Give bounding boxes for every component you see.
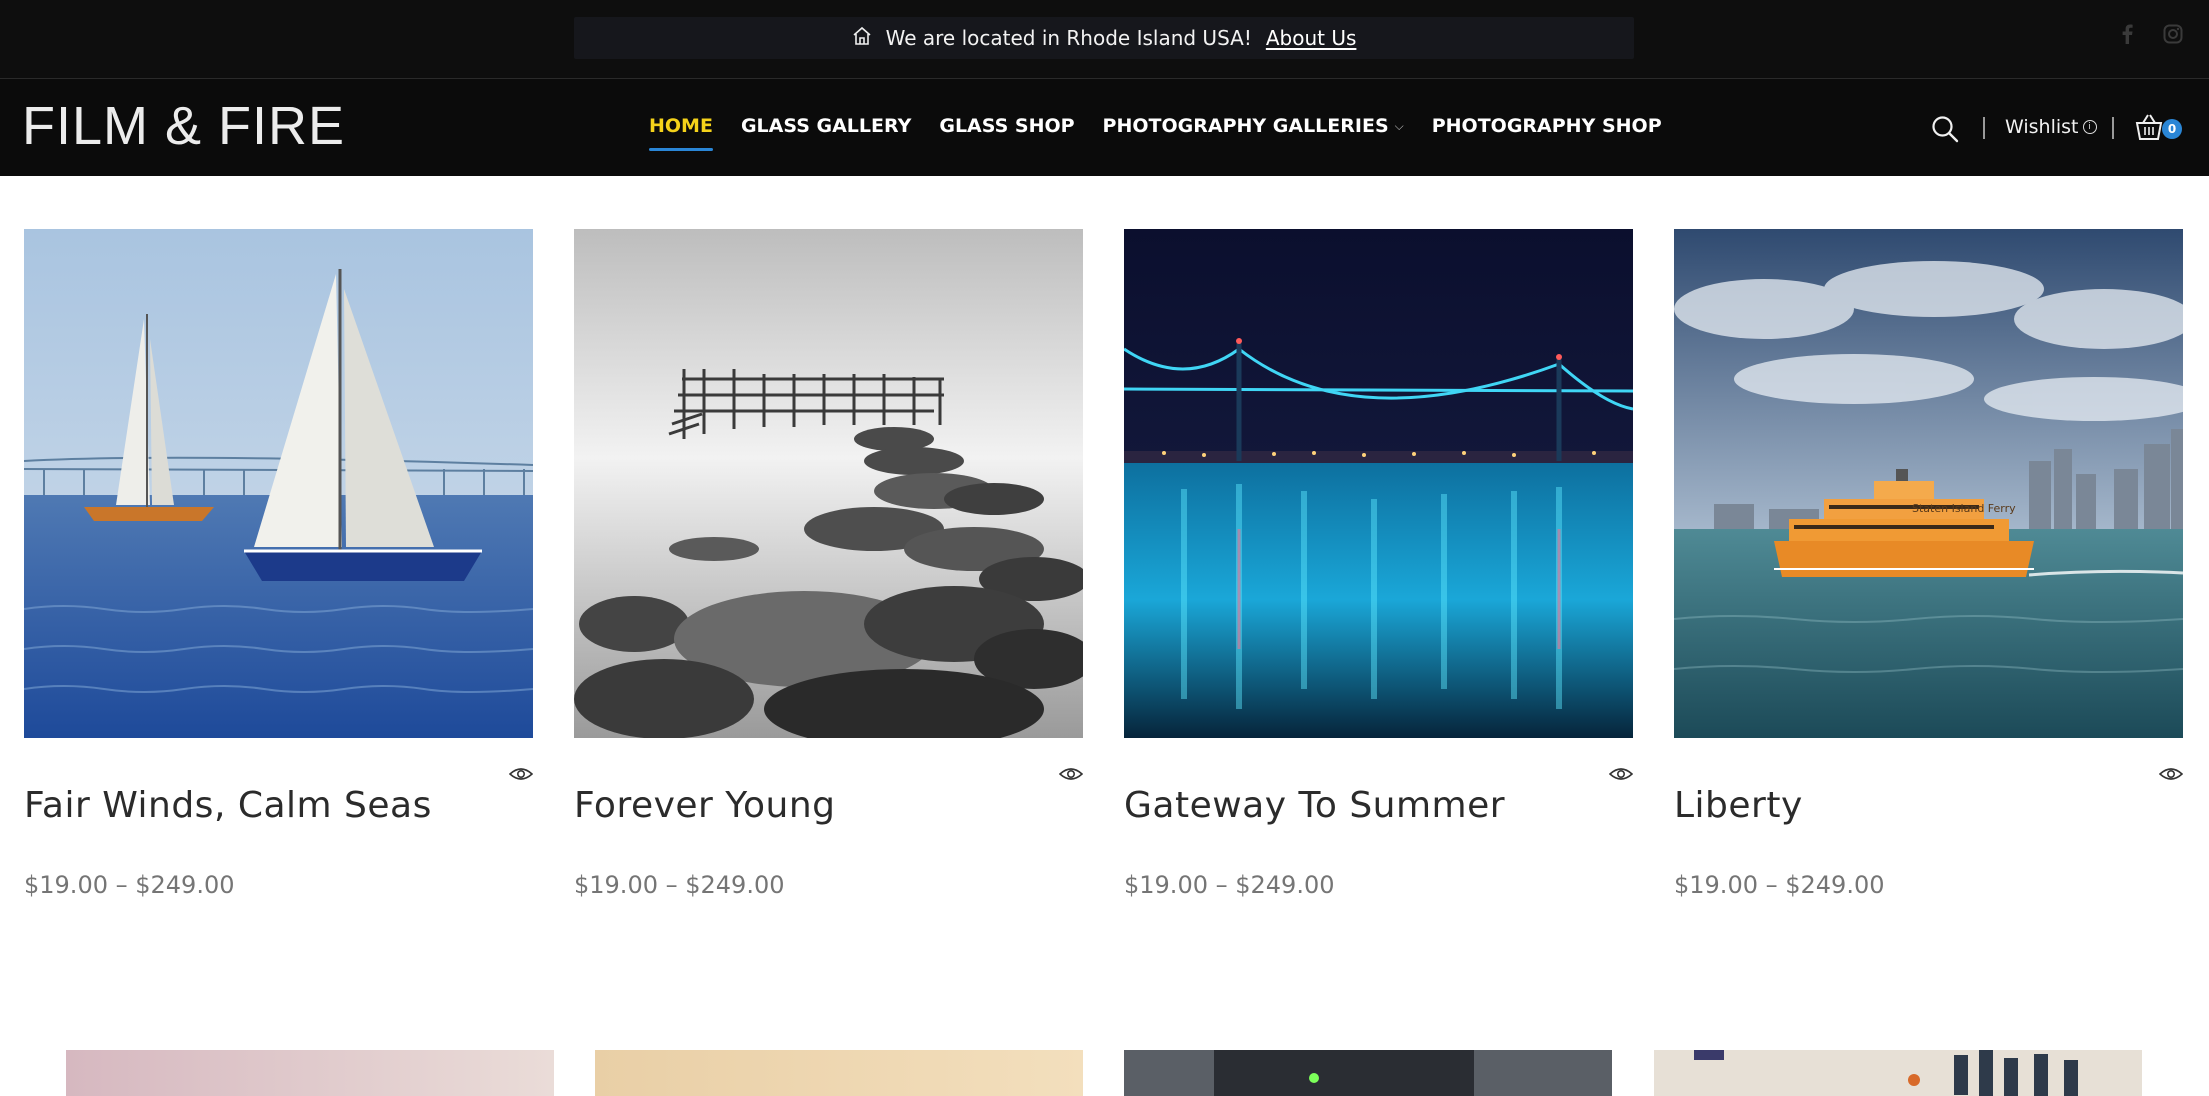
- gallery-image-partial[interactable]: [1124, 1050, 1612, 1096]
- product-title[interactable]: Gateway To Summer: [1124, 785, 1505, 826]
- quick-view-icon[interactable]: [2158, 766, 2184, 782]
- chevron-down-icon: ⌵: [1394, 118, 1404, 133]
- wishlist-link[interactable]: Wishlist i: [2005, 116, 2097, 138]
- gallery-image-partial[interactable]: [1654, 1050, 2142, 1096]
- product-price: $19.00 – $249.00: [574, 871, 785, 899]
- nav-glass-gallery[interactable]: GLASS GALLERY: [741, 115, 911, 151]
- nav-photography-shop[interactable]: PHOTOGRAPHY SHOP: [1432, 115, 1662, 151]
- product-price: $19.00 – $249.00: [24, 871, 235, 899]
- product-price: $19.00 – $249.00: [1674, 871, 1885, 899]
- nav-home[interactable]: HOME: [649, 115, 713, 151]
- svg-text:Staten Island Ferry: Staten Island Ferry: [1912, 502, 2016, 515]
- quick-view-icon[interactable]: [1058, 766, 1084, 782]
- cart-count-badge: 0: [2162, 119, 2182, 139]
- facebook-icon[interactable]: [2120, 24, 2134, 44]
- about-us-link[interactable]: About Us: [1266, 26, 1357, 50]
- product-title[interactable]: Fair Winds, Calm Seas: [24, 785, 432, 826]
- header-divider: [1983, 117, 1985, 139]
- home-icon: [852, 26, 872, 51]
- main-nav: HOME GLASS GALLERY GLASS SHOP PHOTOGRAPH…: [649, 115, 1690, 151]
- product-title[interactable]: Forever Young: [574, 785, 836, 826]
- product-title[interactable]: Liberty: [1674, 785, 1803, 826]
- product-card[interactable]: Staten Island Ferry Liberty $19.00 – $24…: [1674, 229, 2184, 899]
- product-image-pier[interactable]: [574, 229, 1083, 738]
- basket-icon: [2135, 114, 2163, 140]
- nav-glass-shop[interactable]: GLASS SHOP: [939, 115, 1074, 151]
- product-card[interactable]: Gateway To Summer $19.00 – $249.00: [1124, 229, 1634, 899]
- cart-button[interactable]: 0: [2134, 112, 2186, 144]
- wishlist-label: Wishlist: [2005, 116, 2079, 138]
- location-text: We are located in Rhode Island USA!: [885, 26, 1252, 50]
- product-image-ferry[interactable]: Staten Island Ferry: [1674, 229, 2183, 738]
- gallery-image-partial[interactable]: [66, 1050, 554, 1096]
- site-header: FILM & FIRE HOME GLASS GALLERY GLASS SHO…: [0, 79, 2209, 176]
- quick-view-icon[interactable]: [508, 766, 534, 782]
- search-icon[interactable]: [1930, 114, 1960, 144]
- announcement-bar: We are located in Rhode Island USA! Abou…: [0, 0, 2209, 79]
- site-logo[interactable]: FILM & FIRE: [22, 99, 345, 153]
- info-icon: i: [2082, 120, 2097, 134]
- product-price: $19.00 – $249.00: [1124, 871, 1335, 899]
- header-divider: [2112, 117, 2114, 139]
- location-notice: We are located in Rhode Island USA! Abou…: [574, 17, 1634, 59]
- product-image-sailboats[interactable]: [24, 229, 533, 738]
- gallery-image-partial[interactable]: [595, 1050, 1083, 1096]
- product-card[interactable]: Forever Young $19.00 – $249.00: [574, 229, 1084, 899]
- instagram-icon[interactable]: [2163, 24, 2183, 44]
- product-image-bridge[interactable]: [1124, 229, 1633, 738]
- product-card[interactable]: Fair Winds, Calm Seas $19.00 – $249.00: [24, 229, 534, 899]
- quick-view-icon[interactable]: [1608, 766, 1634, 782]
- nav-photography-galleries[interactable]: PHOTOGRAPHY GALLERIES ⌵: [1103, 115, 1404, 151]
